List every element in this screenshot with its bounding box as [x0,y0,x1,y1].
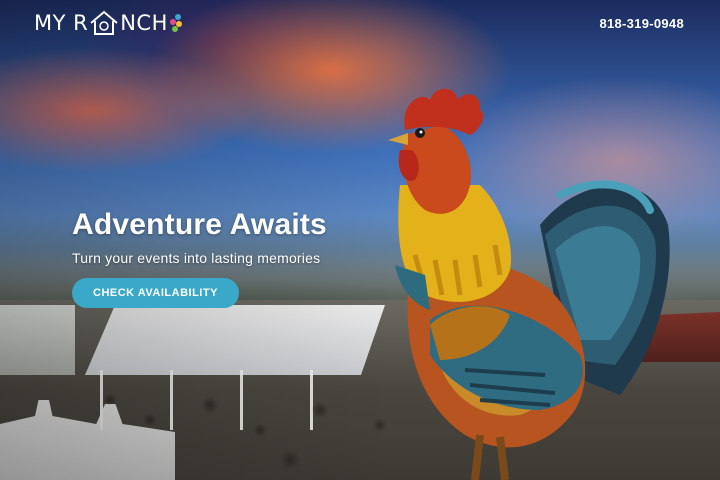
check-availability-button[interactable]: CHECK AVAILABILITY [72,278,239,308]
logo-text-suffix: NCH [120,11,168,35]
phone-number-link[interactable]: 818-319-0948 [599,16,684,31]
logo-text-prefix: MY R [34,11,89,35]
hero-section: Adventure Awaits Turn your events into l… [72,208,327,308]
hero-title: Adventure Awaits [72,208,327,241]
site-logo[interactable]: MY R NCH [34,10,183,36]
hero-subtitle: Turn your events into lasting memories [72,250,321,266]
logo-dots-icon [169,14,182,32]
logo-house-icon [90,10,118,35]
rooster-statue-image [388,88,670,480]
